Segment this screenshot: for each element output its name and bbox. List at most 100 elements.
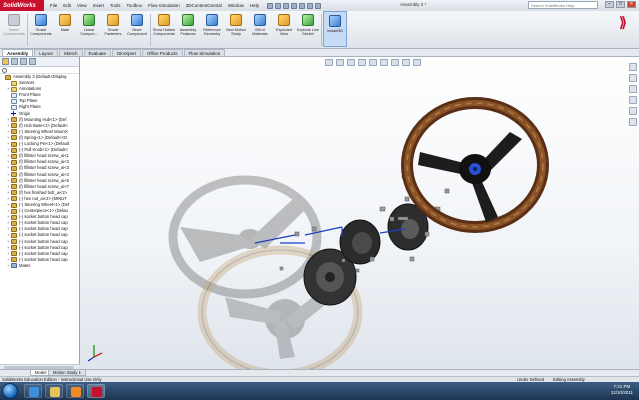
taskbar-solidworks-icon[interactable] <box>87 384 105 398</box>
undo-icon[interactable] <box>299 2 306 9</box>
assembly-icon <box>5 74 11 80</box>
help-search-input[interactable]: Search SolidWorks Help <box>528 1 598 9</box>
bill-of-materials-icon <box>254 14 266 26</box>
taskbar-ie-icon[interactable] <box>24 384 42 398</box>
tree-item[interactable]: + Mates <box>1 263 79 269</box>
tab-dimxpert[interactable]: DimXpert <box>112 49 141 56</box>
system-tray <box>512 385 592 397</box>
maximize-icon[interactable]: □ <box>616 1 625 8</box>
solidworks-logo[interactable]: SolidWorks <box>0 0 44 11</box>
menu-toolbox[interactable]: Toolbox <box>127 3 143 8</box>
smart-components-button[interactable]: Smart Components <box>29 11 53 47</box>
command-label: Move Component <box>127 28 147 37</box>
new-icon[interactable] <box>267 2 274 9</box>
part-icon <box>11 239 17 245</box>
display-manager-tab-icon[interactable] <box>29 58 36 65</box>
new-motion-study-button[interactable]: New Motion Study <box>224 11 248 47</box>
command-label: Linear Compon... <box>80 28 98 37</box>
tab-layout[interactable]: Layout <box>34 49 58 56</box>
plane-icon <box>11 92 17 98</box>
configuration-manager-tab-icon[interactable] <box>20 58 27 65</box>
exploded-steering-wheel-model[interactable] <box>80 57 639 369</box>
menu-edit[interactable]: Edit <box>63 3 71 8</box>
part-icon <box>11 226 17 232</box>
command-manager: Insert Components Smart Components Mate Lin… <box>0 11 639 49</box>
menu-tools[interactable]: Tools <box>110 3 121 8</box>
ds-solidworks-emblem-icon: ⟫ <box>619 14 627 30</box>
move-component-button[interactable]: Move Component <box>125 11 149 47</box>
feature-tree: Assembly 3 (Default<Display Sensors + Annot… <box>0 74 79 269</box>
linear-component-pattern-button[interactable]: Linear Compon... <box>77 11 101 47</box>
part-icon <box>11 141 17 147</box>
mate-button[interactable]: Mate <box>53 11 77 47</box>
tree-filter[interactable] <box>0 67 79 74</box>
graphics-area[interactable] <box>80 57 639 369</box>
menu-view[interactable]: View <box>77 3 87 8</box>
minimize-icon[interactable]: – <box>605 1 614 8</box>
menu-help[interactable]: Help <box>250 3 259 8</box>
toolbar-separator <box>150 14 151 46</box>
tree-item-label: Mates <box>19 262 31 268</box>
instant3d-button[interactable]: Instant3D <box>323 11 347 47</box>
tab-evaluate[interactable]: Evaluate <box>83 49 112 56</box>
part-icon <box>11 245 17 251</box>
feature-manager-tab-icon[interactable] <box>2 58 9 65</box>
part-icon <box>11 184 17 190</box>
exploded-view-button[interactable]: Exploded View <box>272 11 296 47</box>
tab-assembly[interactable]: Assembly <box>2 49 34 56</box>
command-label: Bill of Materials <box>252 28 268 37</box>
assembly-features-button[interactable]: Assembly Features <box>176 11 200 47</box>
part-icon <box>11 129 17 135</box>
taskbar-explorer-icon[interactable] <box>45 384 63 398</box>
menu-3dcontentcentral[interactable]: 3DContentCentral <box>186 3 222 8</box>
menu-window[interactable]: Window <box>228 3 244 8</box>
title-bar: SolidWorks File Edit View Insert Tools T… <box>0 0 639 11</box>
show-hidden-components-button[interactable]: Show Hidden Components <box>152 11 176 47</box>
property-manager-tab-icon[interactable] <box>11 58 18 65</box>
menu-file[interactable]: File <box>50 3 57 8</box>
print-icon[interactable] <box>291 2 298 9</box>
tab-sketch[interactable]: Sketch <box>58 49 83 56</box>
ghost-steering-wheel-upper <box>168 175 322 299</box>
part-icon <box>11 190 17 196</box>
explode-line-sketch-button[interactable]: Explode Line Sketch <box>296 11 320 47</box>
tree-item[interactable]: + (-) socket button head cap <box>1 257 79 263</box>
show-hidden-components-icon <box>158 14 170 26</box>
bill-of-materials-button[interactable]: Bill of Materials <box>248 11 272 47</box>
smart-fasteners-button[interactable]: Smart Fasteners <box>101 11 125 47</box>
windows-taskbar: 7:21 PM 12/10/2011 <box>0 382 639 400</box>
part-icon <box>11 208 17 214</box>
open-icon[interactable] <box>275 2 282 9</box>
save-icon[interactable] <box>283 2 290 9</box>
command-label: Exploded View <box>276 28 292 37</box>
system-clock[interactable]: 7:21 PM 12/10/2011 <box>611 384 633 396</box>
coordinate-triad <box>87 345 103 362</box>
feature-manager-panel: Assembly 3 (Default<Display Sensors + Annot… <box>0 57 80 369</box>
windows-start-button[interactable] <box>2 383 18 399</box>
folder-icon <box>11 80 17 86</box>
rebuild-icon[interactable] <box>307 2 314 9</box>
part-icon <box>11 202 17 208</box>
options-icon[interactable] <box>315 2 322 9</box>
close-icon[interactable]: × <box>627 1 636 8</box>
tab-flow-simulation[interactable]: Flow Simulation <box>183 49 226 56</box>
part-icon <box>11 123 17 129</box>
part-icon <box>11 232 17 238</box>
menu-insert[interactable]: Insert <box>93 3 104 8</box>
part-icon <box>11 147 17 153</box>
menu-flow-simulation[interactable]: Flow Simulation <box>148 3 180 8</box>
command-manager-tabs: Assembly Layout Sketch Evaluate DimXpert… <box>0 49 639 57</box>
command-label: Mate <box>60 28 70 32</box>
part-icon <box>11 251 17 257</box>
toolbar-separator <box>321 14 322 46</box>
command-label: Smart Components <box>30 28 52 37</box>
command-label: Show Hidden Components <box>152 28 176 37</box>
linear-component-pattern-icon <box>83 14 95 26</box>
reference-geometry-button[interactable]: Reference Geometry <box>200 11 224 47</box>
mate-icon <box>59 14 71 26</box>
tab-office-products[interactable]: Office Products <box>141 49 183 56</box>
clock-date: 12/10/2011 <box>610 390 633 395</box>
assembly-features-icon <box>182 14 194 26</box>
taskbar-media-player-icon[interactable] <box>66 384 84 398</box>
insert-components-button[interactable]: Insert Components <box>2 11 26 47</box>
